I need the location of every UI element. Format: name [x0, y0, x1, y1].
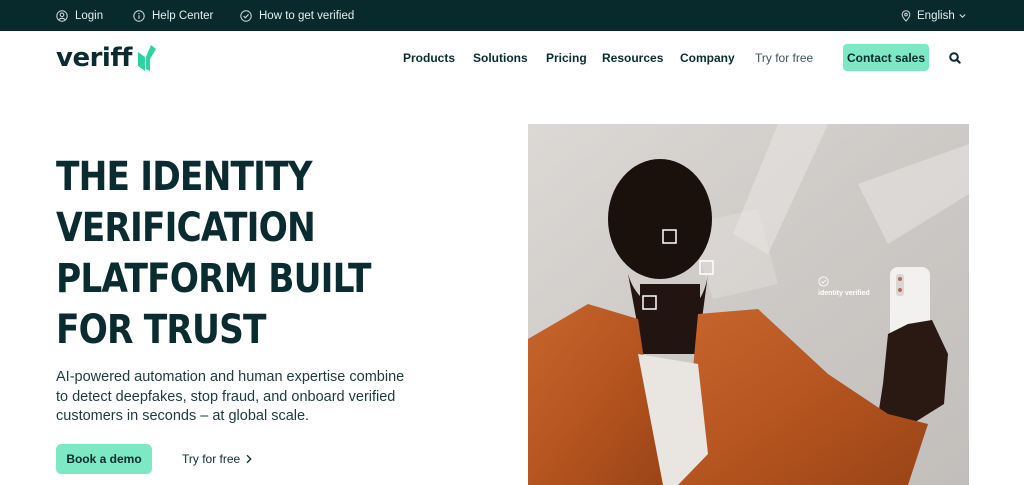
identity-verified-label: identity verified	[818, 290, 870, 297]
login-link[interactable]: Login	[56, 0, 103, 31]
contact-sales-button[interactable]: Contact sales	[843, 44, 929, 71]
try-for-free-label: Try for free	[182, 452, 241, 466]
login-label: Login	[75, 9, 104, 22]
veriff-logo[interactable]: veriff	[56, 42, 158, 74]
search-icon	[949, 52, 961, 64]
check-circle-icon	[240, 9, 252, 22]
nav-products[interactable]: Products	[403, 31, 455, 85]
user-circle-icon	[56, 9, 68, 22]
identity-verified-badge: identity verified	[818, 276, 888, 297]
chevron-down-icon	[959, 13, 966, 19]
language-selector[interactable]: English	[900, 0, 966, 31]
search-button[interactable]	[946, 49, 964, 67]
location-pin-icon	[900, 9, 912, 22]
hero-photo-illustration	[528, 124, 969, 485]
hero-image	[528, 124, 969, 485]
nav-company[interactable]: Company	[680, 31, 735, 85]
hero-title: THE IDENTITY VERIFICATION PLATFORM BUILT…	[56, 152, 383, 356]
hero-title-line: THE IDENTITY	[56, 154, 313, 200]
nav-solutions[interactable]: Solutions	[473, 31, 528, 85]
info-circle-icon	[133, 9, 145, 22]
hero-subtitle: AI-powered automation and human expertis…	[56, 369, 405, 424]
language-label: English	[917, 9, 955, 22]
main-nav: veriff Products Solutions Pricing Resour…	[0, 31, 1024, 85]
logo-mark-icon	[137, 45, 156, 71]
try-for-free-link[interactable]: Try for free	[182, 444, 253, 474]
nav-resources[interactable]: Resources	[602, 31, 663, 85]
get-verified-link[interactable]: How to get verified	[240, 0, 354, 31]
logo-wordmark: veriff	[56, 43, 132, 73]
hero-title-line: PLATFORM BUILT	[56, 256, 371, 302]
nav-try-for-free[interactable]: Try for free	[755, 31, 813, 85]
hero-title-line: VERIFICATION	[56, 205, 316, 251]
utility-bar: Login Help Center How to get verified En…	[0, 0, 1024, 31]
help-center-label: Help Center	[152, 9, 214, 22]
book-demo-button[interactable]: Book a demo	[56, 444, 152, 474]
nav-pricing[interactable]: Pricing	[546, 31, 587, 85]
chevron-right-icon	[246, 454, 252, 464]
help-center-link[interactable]: Help Center	[133, 0, 213, 31]
check-circle-icon	[818, 276, 829, 287]
get-verified-label: How to get verified	[259, 9, 355, 22]
hero-title-line: FOR TRUST	[56, 307, 266, 353]
